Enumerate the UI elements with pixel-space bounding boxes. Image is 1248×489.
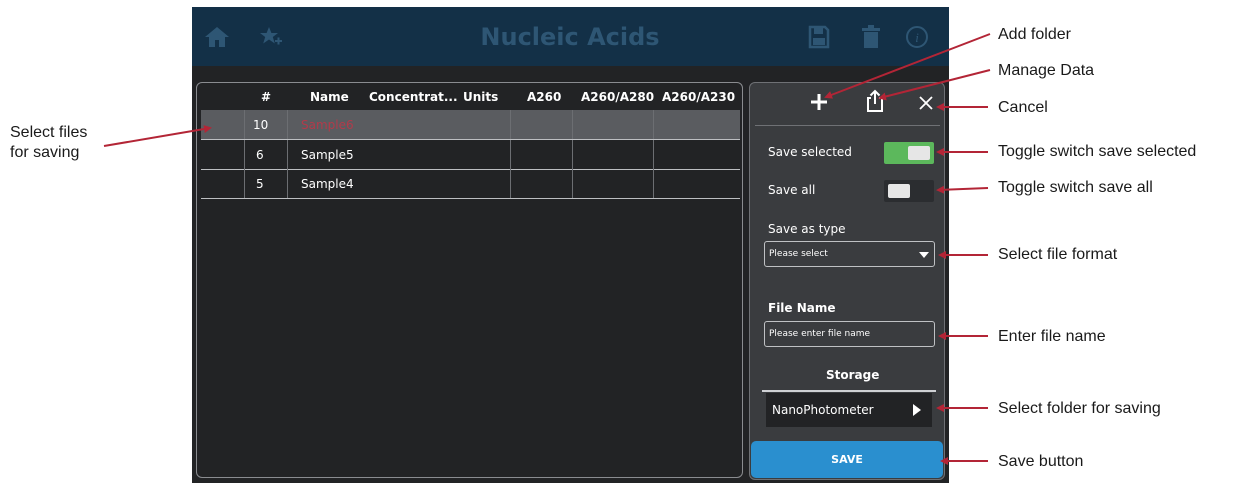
arrow-manage-data bbox=[878, 69, 991, 101]
arrow-toggle-all bbox=[936, 185, 989, 194]
arrow-add-folder bbox=[824, 33, 991, 99]
arrow-select-files bbox=[103, 125, 212, 147]
callout-arrows bbox=[103, 33, 991, 465]
